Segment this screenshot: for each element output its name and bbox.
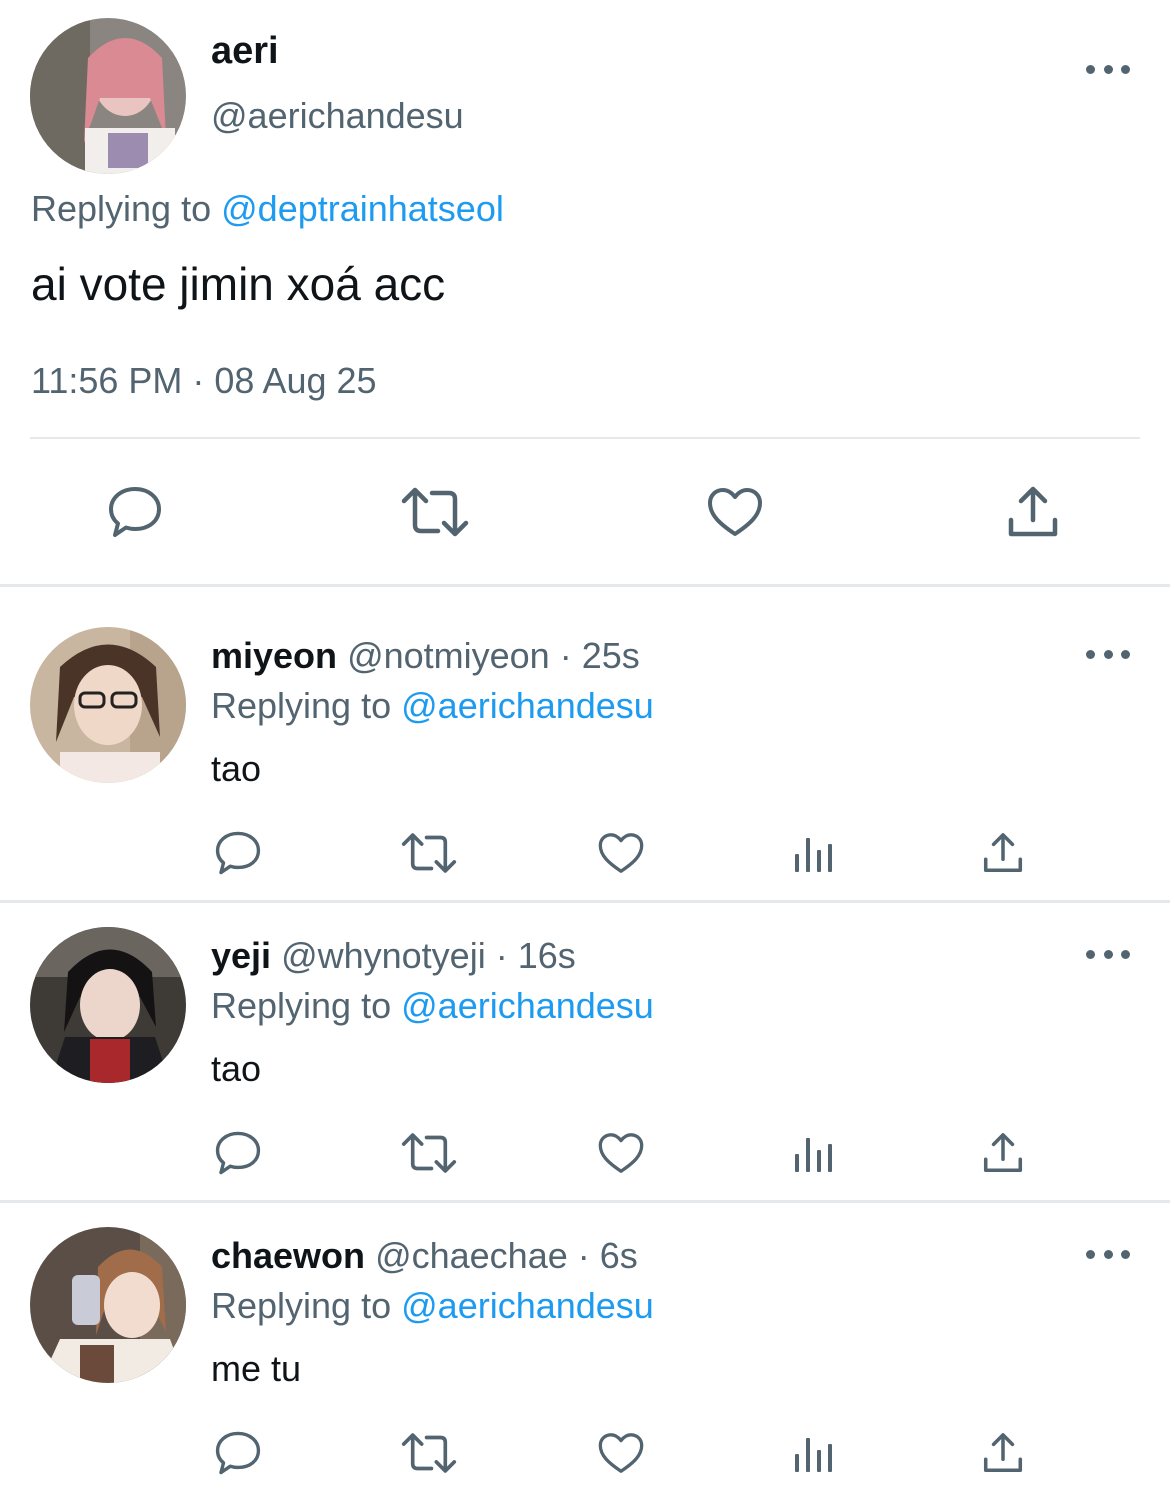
more-dot-icon [1086,64,1095,74]
user-handle[interactable]: @aerichandesu [211,95,464,137]
tweet-age[interactable]: · 16s [496,935,576,976]
share-icon [983,1133,1023,1173]
more-dot-icon [1103,949,1113,959]
retweet-button[interactable] [397,1427,461,1479]
reply-header: chaewon @chaechae · 6s [211,1235,638,1277]
share-icon [983,1433,1023,1473]
user-handle[interactable]: @notmiyeon [347,635,550,676]
analytics-button[interactable] [788,829,838,879]
replying-prefix: Replying to [211,685,392,726]
more-dot-icon [1086,949,1095,959]
share-icon [983,833,1023,873]
analytics-button[interactable] [788,1129,838,1179]
more-dot-icon [1121,64,1130,74]
more-options-button[interactable] [1086,944,1130,964]
more-dot-icon [1103,1249,1113,1259]
user-handle[interactable]: @chaechae [375,1235,568,1276]
share-button[interactable] [978,1127,1028,1179]
more-dot-icon [1121,1249,1130,1259]
display-name[interactable]: chaewon [211,1235,365,1276]
more-dot-icon [1103,64,1113,74]
replying-to: Replying to @aerichandesu [211,685,654,727]
avatar[interactable] [30,18,186,174]
reply-tweet: miyeon @notmiyeon · 25s Replying to @aer… [0,585,1170,885]
like-button[interactable] [594,1427,648,1479]
replying-prefix: Replying to [211,1285,392,1326]
retweet-icon [401,833,457,873]
mention-link[interactable]: @aerichandesu [401,685,654,726]
reply-button[interactable] [210,827,266,879]
reply-icon [215,1131,261,1175]
avatar[interactable] [30,1227,186,1383]
retweet-icon [401,1133,457,1173]
mention-link[interactable]: @aerichandesu [401,1285,654,1326]
more-dot-icon [1086,649,1095,659]
share-button[interactable] [978,827,1028,879]
like-button[interactable] [702,480,768,544]
retweet-button[interactable] [397,827,461,879]
more-dot-icon [1121,949,1130,959]
more-dot-icon [1121,649,1130,659]
reply-icon [109,487,161,537]
like-button[interactable] [594,1127,648,1179]
display-name[interactable]: aeri [211,30,279,73]
like-icon [598,1433,644,1473]
analytics-icon [795,1438,832,1472]
reply-header: miyeon @notmiyeon · 25s [211,635,640,677]
retweet-button[interactable] [398,480,472,544]
analytics-icon [795,1138,832,1172]
reply-tweet: chaewon @chaechae · 6s Replying to @aeri… [0,1185,1170,1496]
tweet-text: ai vote jimin xoá acc [31,258,446,310]
reply-tweet: yeji @whynotyeji · 16s Replying to @aeri… [0,885,1170,1185]
more-dot-icon [1103,649,1113,659]
reply-icon [215,831,261,875]
more-options-button[interactable] [1086,59,1130,79]
tweet-text: me tu [211,1348,302,1389]
replying-to: Replying to @aerichandesu [211,985,654,1027]
divider [30,437,1140,439]
avatar[interactable] [30,627,186,783]
mention-link[interactable]: @aerichandesu [401,985,654,1026]
more-options-button[interactable] [1086,644,1130,664]
replying-prefix: Replying to [211,985,392,1026]
tweet-text: tao [211,748,262,789]
reply-button[interactable] [210,1127,266,1179]
more-options-button[interactable] [1086,1244,1130,1264]
reply-button[interactable] [100,480,170,544]
retweet-button[interactable] [397,1127,461,1179]
tweet-age[interactable]: · 25s [560,635,640,676]
more-dot-icon [1086,1249,1095,1259]
replying-prefix: Replying to [31,188,212,229]
like-button[interactable] [594,827,648,879]
main-tweet: aeri @aerichandesu Replying to @deptrain… [0,0,1170,584]
like-icon [598,833,644,873]
replying-to: Replying to @deptrainhatseol [31,188,504,230]
tweet-timestamp[interactable]: 11:56 PM · 08 Aug 25 [31,360,377,402]
retweet-icon [401,1433,457,1473]
retweet-icon [401,487,469,537]
tweet-text: tao [211,1048,262,1089]
share-button[interactable] [978,1427,1028,1479]
analytics-button[interactable] [788,1429,838,1479]
display-name[interactable]: yeji [211,935,271,976]
reply-icon [215,1431,261,1475]
reply-button[interactable] [210,1427,266,1479]
share-button[interactable] [1000,480,1066,544]
like-icon [708,488,762,536]
reply-header: yeji @whynotyeji · 16s [211,935,576,977]
like-icon [598,1133,644,1173]
replying-to: Replying to @aerichandesu [211,1285,654,1327]
mention-link[interactable]: @deptrainhatseol [221,188,504,229]
share-icon [1008,486,1058,537]
tweet-age[interactable]: · 6s [578,1235,638,1276]
avatar[interactable] [30,927,186,1083]
analytics-icon [795,838,832,872]
user-handle[interactable]: @whynotyeji [281,935,486,976]
display-name[interactable]: miyeon [211,635,337,676]
